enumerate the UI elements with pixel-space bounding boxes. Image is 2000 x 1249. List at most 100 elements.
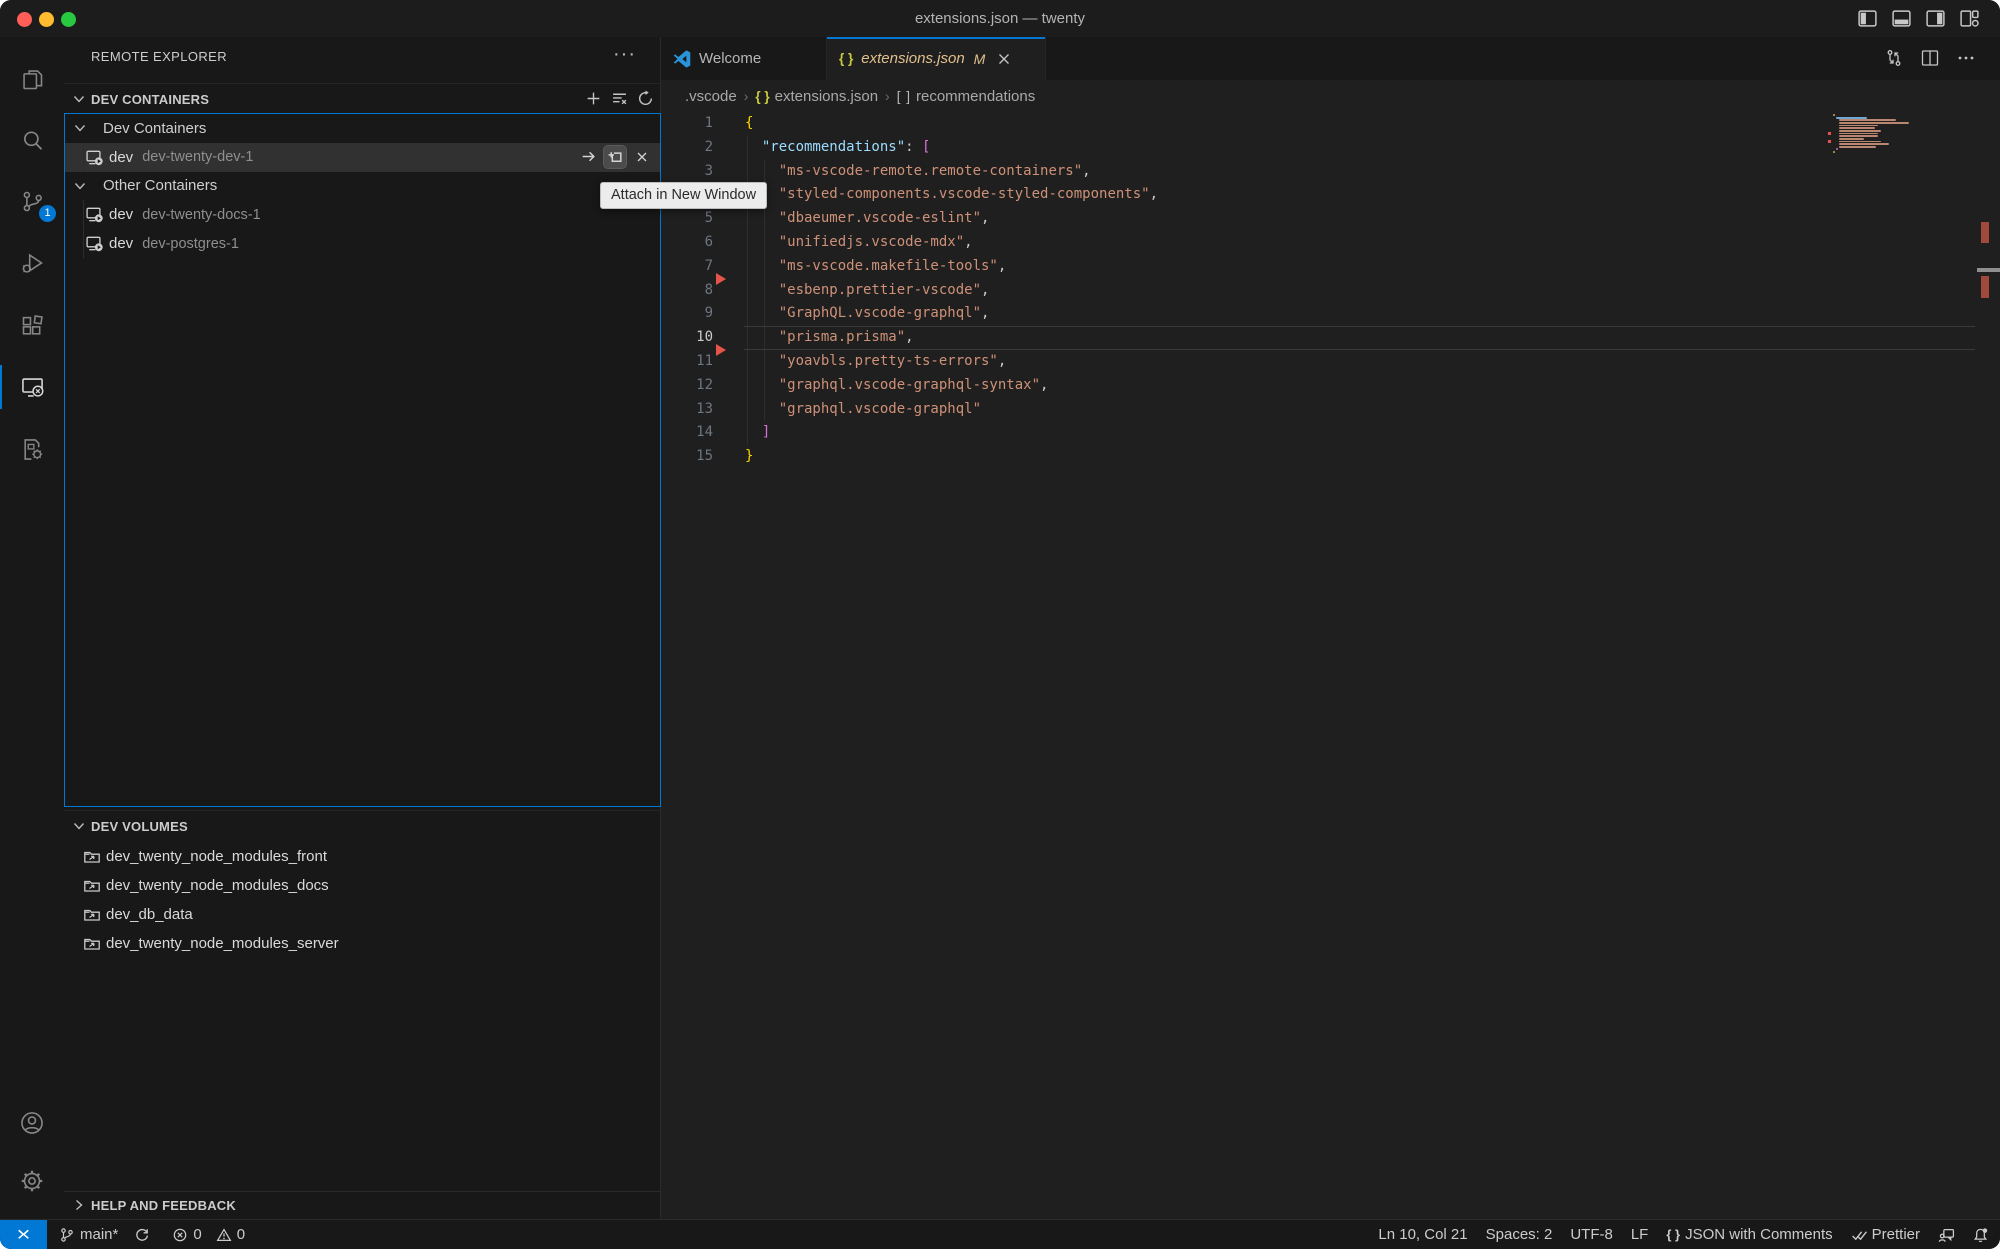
open-changes-icon[interactable] (1884, 48, 1904, 68)
tree-item-container[interactable]: devdev-postgres-1 (65, 229, 660, 258)
tree-item-container[interactable]: devdev-twenty-docs-1 (65, 200, 660, 229)
line-number[interactable]: 10 (661, 326, 713, 350)
code-line[interactable]: 5 "dbaeumer.vscode-eslint", (661, 207, 1158, 231)
volume-item[interactable]: dev_db_data (64, 900, 660, 929)
sidebar-more-actions-icon[interactable]: ··· (613, 43, 636, 66)
minimap-marker-dot (1828, 132, 1831, 135)
accounts-button[interactable] (0, 1097, 64, 1149)
customize-layout-icon[interactable] (1959, 8, 1980, 29)
problems-status[interactable]: 0 0 (164, 1220, 253, 1249)
new-dev-container-icon[interactable] (585, 90, 602, 107)
code-line[interactable]: 15} (661, 445, 1158, 469)
line-number[interactable]: 3 (661, 160, 713, 184)
feedback-button[interactable] (1929, 1220, 1963, 1249)
section-header-help-feedback[interactable]: HELP AND FEEDBACK (64, 1191, 660, 1219)
code-line[interactable]: 9 "GraphQL.vscode-graphql", (661, 302, 1158, 326)
language-mode-status[interactable]: { } JSON with Comments (1657, 1220, 1841, 1249)
notifications-button[interactable] (1963, 1220, 1992, 1249)
breadcrumb-symbol[interactable]: recommendations (916, 88, 1035, 105)
formatter-status[interactable]: Prettier (1842, 1220, 1929, 1249)
sidebar-item-run-debug[interactable] (0, 237, 64, 289)
encoding-status[interactable]: UTF-8 (1561, 1220, 1622, 1249)
dev-containers-tree[interactable]: Dev Containersdevdev-twenty-dev-1Other C… (64, 113, 661, 807)
code-line[interactable]: 10 "prisma.prisma", (661, 326, 1158, 350)
overview-ruler-mark (1981, 222, 1989, 243)
volume-item[interactable]: dev_twenty_node_modules_docs (64, 871, 660, 900)
sidebar-item-source-control[interactable]: 1 (0, 175, 64, 227)
toggle-primary-sidebar-icon[interactable] (1857, 8, 1878, 29)
remote-explorer-icon (19, 374, 46, 401)
breadcrumb-file[interactable]: extensions.json (775, 88, 878, 105)
eol-status[interactable]: LF (1622, 1220, 1658, 1249)
cursor-position-status[interactable]: Ln 10, Col 21 (1369, 1220, 1476, 1249)
line-number[interactable]: 8 (661, 279, 713, 303)
line-number[interactable]: 2 (661, 136, 713, 160)
code-line[interactable]: 2 "recommendations": [ (661, 136, 1158, 160)
remote-indicator[interactable] (0, 1220, 47, 1249)
section-header-dev-volumes[interactable]: DEV VOLUMES (64, 810, 660, 840)
line-number[interactable]: 5 (661, 207, 713, 231)
line-number[interactable]: 14 (661, 421, 713, 445)
tree-group-row[interactable]: Other Containers (65, 172, 660, 201)
section-header-dev-containers[interactable]: DEV CONTAINERS (64, 83, 660, 113)
tab-welcome[interactable]: Welcome (661, 37, 827, 80)
code-line[interactable]: 1{ (661, 112, 1158, 136)
code-line[interactable]: 6 "unifiedjs.vscode-mdx", (661, 231, 1158, 255)
line-number[interactable]: 15 (661, 445, 713, 469)
code-line[interactable]: 7 "ms-vscode.makefile-tools", (661, 255, 1158, 279)
git-branch-icon (59, 1227, 75, 1243)
sync-status[interactable] (126, 1220, 158, 1249)
code-line[interactable]: 13 "graphql.vscode-graphql" (661, 398, 1158, 422)
sidebar-pane-header: REMOTE EXPLORER ··· (64, 37, 660, 77)
code-line[interactable]: 14 ] (661, 421, 1158, 445)
line-number[interactable]: 9 (661, 302, 713, 326)
overview-ruler[interactable] (1977, 112, 2000, 1219)
branch-status[interactable]: main* (51, 1220, 126, 1249)
editor-content[interactable]: 1{2 "recommendations": [3 "ms-vscode-rem… (661, 112, 2000, 1219)
line-number[interactable]: 11 (661, 350, 713, 374)
tree-group-row[interactable]: Dev Containers (65, 114, 660, 143)
debug-icon (19, 250, 46, 277)
clear-list-icon[interactable] (611, 90, 628, 107)
code-lines[interactable]: 1{2 "recommendations": [3 "ms-vscode-rem… (661, 112, 1158, 469)
line-number[interactable]: 6 (661, 231, 713, 255)
sidebar-item-explorer[interactable] (0, 53, 64, 105)
code-text: "esbenp.prettier-vscode", (745, 279, 989, 303)
sidebar-item-remote-explorer[interactable] (0, 361, 64, 413)
tab-extensions-json[interactable]: { } extensions.json M (827, 37, 1046, 80)
code-line[interactable]: 12 "graphql.vscode-graphql-syntax", (661, 374, 1158, 398)
warning-count: 0 (237, 1226, 245, 1243)
stop-icon[interactable] (631, 146, 653, 168)
breadcrumb-folder[interactable]: .vscode (685, 88, 737, 105)
code-line[interactable]: 8 "esbenp.prettier-vscode", (661, 279, 1158, 303)
split-editor-icon[interactable] (1920, 48, 1940, 68)
section-title: DEV CONTAINERS (91, 92, 209, 107)
attach-in-current-window-icon[interactable] (577, 146, 599, 168)
line-number[interactable]: 12 (661, 374, 713, 398)
sidebar-item-extensions[interactable] (0, 299, 64, 351)
volume-item[interactable]: dev_twenty_node_modules_front (64, 842, 660, 871)
tree-item-container[interactable]: devdev-twenty-dev-1 (65, 143, 660, 172)
indentation-status[interactable]: Spaces: 2 (1477, 1220, 1562, 1249)
title-bar[interactable]: extensions.json — twenty (0, 0, 2000, 37)
close-icon[interactable] (995, 50, 1013, 68)
refresh-icon[interactable] (637, 90, 654, 107)
chevron-down-icon (71, 818, 87, 834)
sidebar-item-dev-containers[interactable] (0, 423, 64, 475)
code-text: "GraphQL.vscode-graphql", (745, 302, 989, 326)
toggle-secondary-sidebar-icon[interactable] (1925, 8, 1946, 29)
minimap[interactable] (1828, 114, 1904, 160)
breadcrumbs: .vscode › { } extensions.json › [ ] reco… (661, 80, 2000, 112)
settings-button[interactable] (0, 1155, 64, 1207)
code-line[interactable]: 3 "ms-vscode-remote.remote-containers", (661, 160, 1158, 184)
line-number[interactable]: 1 (661, 112, 713, 136)
toggle-panel-icon[interactable] (1891, 8, 1912, 29)
volume-item[interactable]: dev_twenty_node_modules_server (64, 929, 660, 958)
line-number[interactable]: 13 (661, 398, 713, 422)
attach-in-new-window-icon[interactable] (604, 146, 626, 168)
code-line[interactable]: 11 "yoavbls.pretty-ts-errors", (661, 350, 1158, 374)
git-modified-badge: M (974, 51, 986, 67)
line-number[interactable]: 7 (661, 255, 713, 279)
more-actions-icon[interactable] (1956, 48, 1976, 68)
sidebar-item-search[interactable] (0, 114, 64, 166)
